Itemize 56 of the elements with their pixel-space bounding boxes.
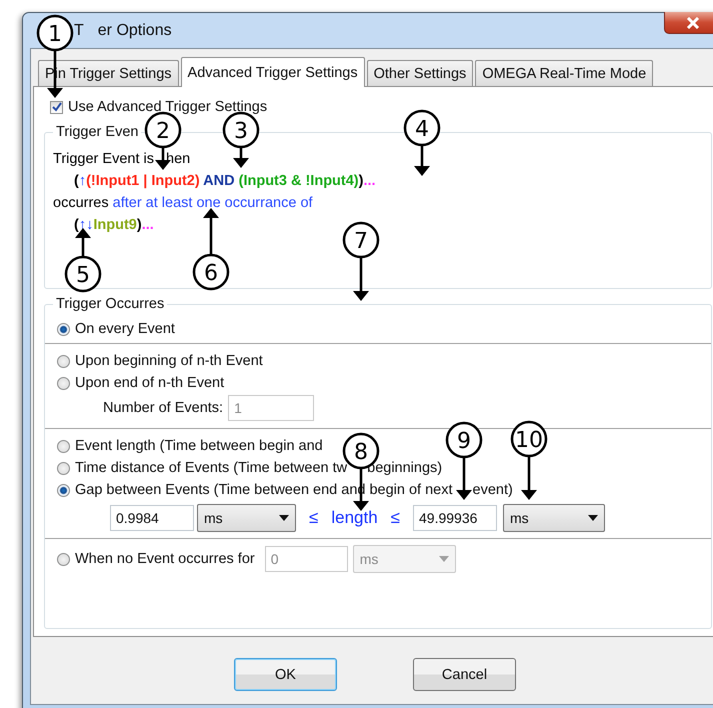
tab[interactable]: Advanced Trigger Settings (180, 57, 365, 87)
option-label: Upon beginning of n-th Event (75, 353, 263, 369)
dialog-button[interactable]: Cancel (413, 658, 516, 691)
callout-number: 4 (404, 110, 440, 146)
caret-icon (279, 515, 289, 521)
arrow (203, 208, 219, 255)
arrow (414, 145, 430, 176)
callout-number: 7 (342, 222, 380, 258)
tab[interactable]: OMEGA Real-Time Mode (475, 60, 654, 86)
input-field[interactable]: 49.99936 (413, 505, 498, 531)
unit-select[interactable]: ms (197, 504, 296, 532)
dialog-button[interactable]: OK (234, 658, 337, 691)
radio-button[interactable] (57, 462, 70, 474)
callout-number: 2 (144, 112, 182, 148)
radio-button[interactable] (57, 376, 70, 390)
callout-number: 1 (36, 14, 74, 52)
callout-number: 5 (64, 256, 102, 292)
tab[interactable]: Other Settings (366, 60, 474, 86)
trigger-expression: (↑↓Input9)... (74, 216, 154, 235)
close-icon (686, 16, 700, 28)
radio-button[interactable] (57, 552, 70, 566)
callout-number: 9 (446, 422, 482, 458)
option-label: Upon end of n-th Event (75, 375, 224, 391)
unit-select[interactable]: ms (503, 504, 606, 532)
radio-button[interactable] (57, 484, 70, 496)
arrow (521, 456, 537, 500)
comparison-sign: ≤ (309, 508, 318, 528)
window-title: er Options (98, 22, 172, 40)
arrow (456, 457, 472, 500)
option-label: On every Event (75, 321, 175, 337)
description-text: Trigger Event is (53, 151, 154, 167)
arrow (353, 257, 369, 301)
variable-label: length (331, 508, 378, 528)
caret-icon (438, 556, 449, 562)
group-title: Trigger Even (55, 123, 140, 141)
close-button[interactable] (664, 12, 713, 34)
option-label: Event length (Time between begin and (75, 438, 323, 454)
option-label: Time distance of Events (Time between tw (75, 460, 348, 476)
trigger-expression: (↑(!Input1 | Input2) AND (Input3 & !Input4))... (74, 172, 376, 191)
radio-button[interactable] (57, 322, 70, 336)
field-label: Number of Events: (103, 400, 224, 416)
callout-number: 10 (510, 420, 548, 458)
option-label: beginnings) (367, 460, 442, 476)
callout-number: 6 (192, 254, 230, 290)
caret-icon (588, 515, 598, 521)
description-text: occurres after at least one occurrance of (53, 194, 313, 213)
radio-button[interactable] (57, 354, 70, 368)
comparison-sign: ≤ (390, 508, 400, 528)
checkbox[interactable] (50, 100, 63, 114)
group-title: Trigger Occurres (55, 295, 166, 313)
arrow (233, 147, 249, 168)
radio-button[interactable] (57, 440, 70, 452)
window-title: T (74, 22, 84, 40)
option-label: When no Event occurres for (75, 551, 255, 567)
option-label: event) (472, 482, 513, 498)
input-field[interactable]: 0.9984 (110, 505, 194, 531)
